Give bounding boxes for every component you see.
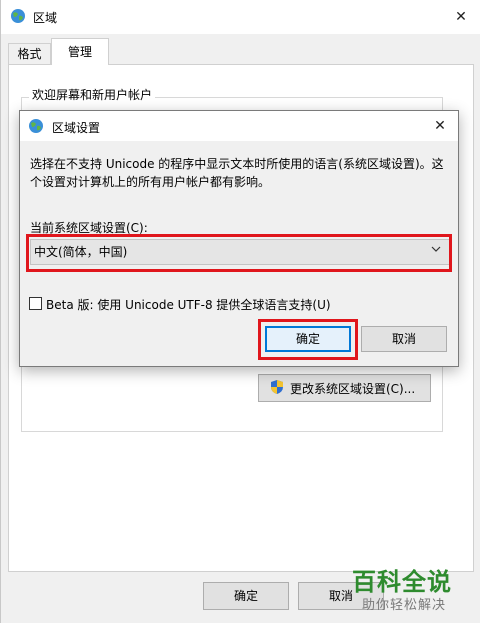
dialog-close-icon[interactable]: ✕ [424,113,456,139]
welcome-group-label: 欢迎屏幕和新用户帐户 [29,86,156,103]
chevron-down-icon [431,240,441,264]
current-locale-label: 当前系统区域设置(C): [30,221,148,235]
window-title: 区域 [33,11,58,25]
uac-shield-icon [269,379,285,398]
change-system-locale-button[interactable]: 更改系统区域设置(C)... [258,374,431,402]
dialog-cancel-button[interactable]: 取消 [361,326,447,352]
dialog-ok-button[interactable]: 确定 [265,326,351,352]
region-settings-dialog: 区域设置 ✕ 选择在不支持 Unicode 的程序中显示文本时所使用的语言(系统… [19,110,459,367]
selected-locale-value: 中文(简体，中国) [34,245,128,259]
tab-format[interactable]: 格式 [8,43,51,64]
close-icon[interactable]: ✕ [445,4,477,30]
change-system-locale-label: 更改系统区域设置(C)... [290,381,416,396]
tab-manage[interactable]: 管理 [51,38,109,65]
beta-utf8-label: Beta 版: 使用 Unicode UTF-8 提供全球语言支持(U) [46,298,331,312]
watermark-subtitle: 助你轻松解决 [362,598,447,613]
dialog-description: 选择在不支持 Unicode 的程序中显示文本时所使用的语言(系统区域设置)。这… [30,157,444,189]
globe-icon [10,8,26,27]
globe-icon [28,118,44,137]
ok-button[interactable]: 确定 [203,582,289,610]
beta-utf8-checkbox[interactable] [29,297,42,310]
dialog-titlebar[interactable]: 区域设置 ✕ [20,111,458,141]
system-locale-select[interactable]: 中文(简体，中国) [30,239,450,265]
watermark-title: 百科全说 [352,568,452,596]
dialog-title: 区域设置 [52,121,101,135]
window-titlebar[interactable]: 区域 ✕ [1,0,480,34]
